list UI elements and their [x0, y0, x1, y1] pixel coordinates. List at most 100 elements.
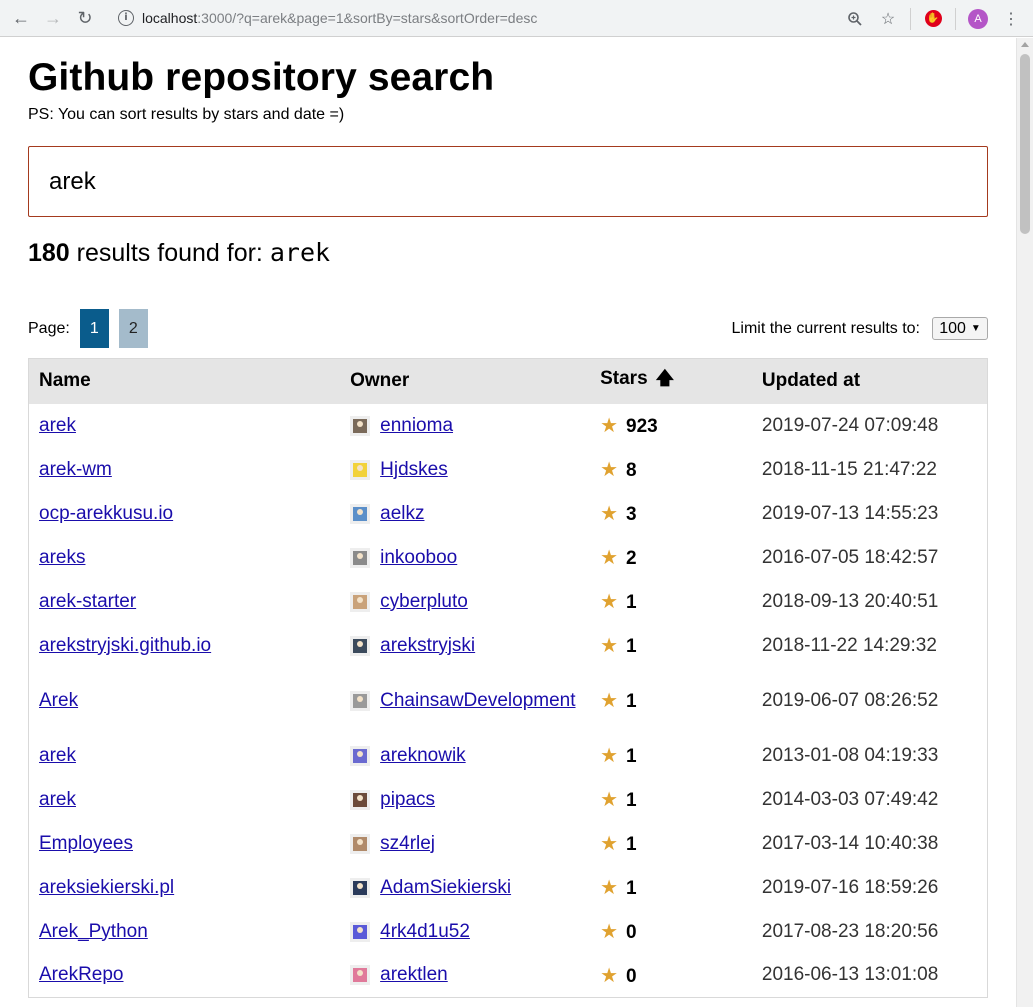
- table-row: areksiekierski.pl AdamSiekierski ★ 1 2019-07…: [29, 866, 988, 910]
- url-text[interactable]: localhost:3000/?q=arek&page=1&sortBy=sta…: [142, 10, 537, 26]
- owner-link[interactable]: ennioma: [380, 415, 453, 437]
- updated-cell: 2017-03-14 10:40:38: [761, 832, 939, 854]
- page-title: Github repository search: [28, 56, 495, 99]
- repo-link[interactable]: areks: [39, 547, 85, 568]
- results-text: results found for:: [76, 239, 263, 267]
- owner-avatar: [350, 965, 371, 986]
- repo-name-cell: Arek_Python: [29, 910, 341, 954]
- table-row: Arek ChainsawDevelopment ★ 1 2019-06-07 08:2…: [29, 668, 988, 734]
- updated-cell: 2019-07-16 18:59:26: [761, 876, 939, 898]
- scrollbar-thumb[interactable]: [1020, 54, 1030, 234]
- stars-cell: ★ 0: [600, 921, 637, 943]
- page-scrollbar[interactable]: [1016, 38, 1033, 1007]
- owner-link[interactable]: ChainsawDevelopment: [380, 690, 575, 712]
- updated-cell: 2013-01-08 04:19:33: [761, 744, 939, 766]
- repo-link[interactable]: arek: [39, 745, 76, 766]
- header-updated[interactable]: Updated at: [752, 359, 988, 404]
- owner-avatar: [350, 547, 371, 568]
- owner-cell: 4rk4d1u52: [340, 910, 590, 954]
- owner-cell: Hjdskes: [340, 448, 590, 492]
- repo-link[interactable]: arek: [39, 415, 76, 436]
- owner-cell: aelkz: [340, 492, 590, 536]
- results-query: arek: [269, 238, 331, 267]
- repo-link[interactable]: ocp-arekkusu.io: [39, 503, 173, 524]
- scroll-up-arrow-icon[interactable]: [1021, 42, 1029, 47]
- updated-cell: 2017-08-23 18:20:56: [761, 920, 939, 942]
- star-icon: ★: [600, 877, 619, 899]
- stars-cell: ★ 1: [600, 833, 637, 855]
- table-row: ArekRepo arektlen ★ 0 2016-06-13 13:01:08: [29, 954, 988, 998]
- repo-link[interactable]: Arek_Python: [39, 921, 148, 942]
- profile-avatar[interactable]: A: [967, 8, 989, 30]
- info-icon[interactable]: i: [118, 10, 134, 26]
- limit-control: Limit the current results to: 100 ▼: [731, 317, 988, 340]
- star-icon: ★: [600, 415, 619, 437]
- star-icon: ★: [600, 547, 619, 569]
- menu-kebab-icon[interactable]: ⋮: [1000, 8, 1022, 30]
- sort-up-arrow-icon[interactable]: 🡅: [656, 368, 675, 388]
- owner-cell: AdamSiekierski: [340, 866, 590, 910]
- owner-link[interactable]: arekstryjski: [380, 635, 475, 657]
- repo-link[interactable]: arek: [39, 789, 76, 810]
- repo-link[interactable]: ArekRepo: [39, 964, 124, 985]
- stars-cell: ★ 1: [600, 591, 637, 613]
- owner-link[interactable]: inkooboo: [380, 547, 457, 569]
- limit-select[interactable]: 100 ▼: [932, 317, 988, 340]
- owner-link[interactable]: sz4rlej: [380, 833, 435, 855]
- owner-avatar: [350, 635, 371, 656]
- table-row: arek areknowik ★ 1 2013-01-08 04:19:33: [29, 734, 988, 778]
- limit-label: Limit the current results to:: [731, 319, 920, 337]
- stars-cell: ★ 2: [600, 547, 637, 569]
- repo-link[interactable]: areksiekierski.pl: [39, 877, 174, 898]
- back-arrow-icon[interactable]: ←: [10, 7, 32, 29]
- repo-name-cell: arek: [29, 778, 341, 822]
- owner-avatar: [350, 833, 371, 854]
- repo-link[interactable]: arek-wm: [39, 459, 112, 480]
- star-icon: ★: [600, 745, 619, 767]
- header-name: Name: [39, 370, 91, 392]
- owner-link[interactable]: areknowik: [380, 745, 466, 767]
- updated-cell: 2019-06-07 08:26:52: [761, 689, 939, 711]
- owner-link[interactable]: 4rk4d1u52: [380, 921, 470, 943]
- bookmark-star-icon[interactable]: ☆: [877, 8, 899, 30]
- repo-link[interactable]: arekstryjski.github.io: [39, 635, 211, 656]
- zoom-icon[interactable]: [844, 8, 866, 30]
- repo-name-cell: arekstryjski.github.io: [29, 624, 341, 668]
- stars-cell: ★ 8: [600, 459, 637, 481]
- star-icon: ★: [600, 833, 619, 855]
- reload-icon[interactable]: ↻: [74, 7, 96, 29]
- owner-cell: arekstryjski: [340, 624, 590, 668]
- table-row: arekstryjski.github.io arekstryjski ★ 1 2018…: [29, 624, 988, 668]
- stars-cell: ★ 0: [600, 964, 637, 987]
- repo-link[interactable]: arek-starter: [39, 591, 136, 612]
- repo-name-cell: Employees: [29, 822, 341, 866]
- search-input[interactable]: [28, 146, 988, 217]
- owner-link[interactable]: aelkz: [380, 503, 424, 525]
- toolbar-divider: [955, 7, 956, 30]
- repo-link[interactable]: Arek: [39, 690, 78, 711]
- repo-name-cell: Arek: [29, 668, 341, 734]
- header-stars[interactable]: Stars 🡅: [590, 359, 752, 404]
- repo-name-cell: arek: [29, 404, 341, 448]
- owner-avatar: [350, 921, 371, 942]
- page-button-1[interactable]: 1: [79, 309, 109, 348]
- owner-link[interactable]: arektlen: [380, 964, 448, 986]
- owner-cell: ennioma: [340, 404, 590, 448]
- page-button-2[interactable]: 2: [118, 309, 148, 348]
- owner-cell: sz4rlej: [340, 822, 590, 866]
- owner-link[interactable]: pipacs: [380, 789, 435, 811]
- repo-link[interactable]: Employees: [39, 833, 133, 854]
- owner-link[interactable]: cyberpluto: [380, 591, 468, 613]
- owner-link[interactable]: Hjdskes: [380, 459, 448, 481]
- adblock-icon[interactable]: ✋: [922, 8, 944, 30]
- forward-arrow-icon[interactable]: →: [42, 7, 64, 29]
- table-row: Arek_Python 4rk4d1u52 ★ 0 2017-08-23 18:20:5…: [29, 910, 988, 954]
- stars-cell: ★ 1: [600, 745, 637, 767]
- results-summary: 180 results found for: arek: [28, 238, 330, 268]
- chevron-down-icon: ▼: [970, 323, 981, 334]
- owner-avatar: [350, 877, 371, 898]
- updated-cell: 2018-09-13 20:40:51: [761, 590, 939, 612]
- star-icon: ★: [600, 921, 619, 943]
- owner-link[interactable]: AdamSiekierski: [380, 877, 511, 899]
- address-bar[interactable]: i localhost:3000/?q=arek&page=1&sortBy=s…: [108, 4, 916, 32]
